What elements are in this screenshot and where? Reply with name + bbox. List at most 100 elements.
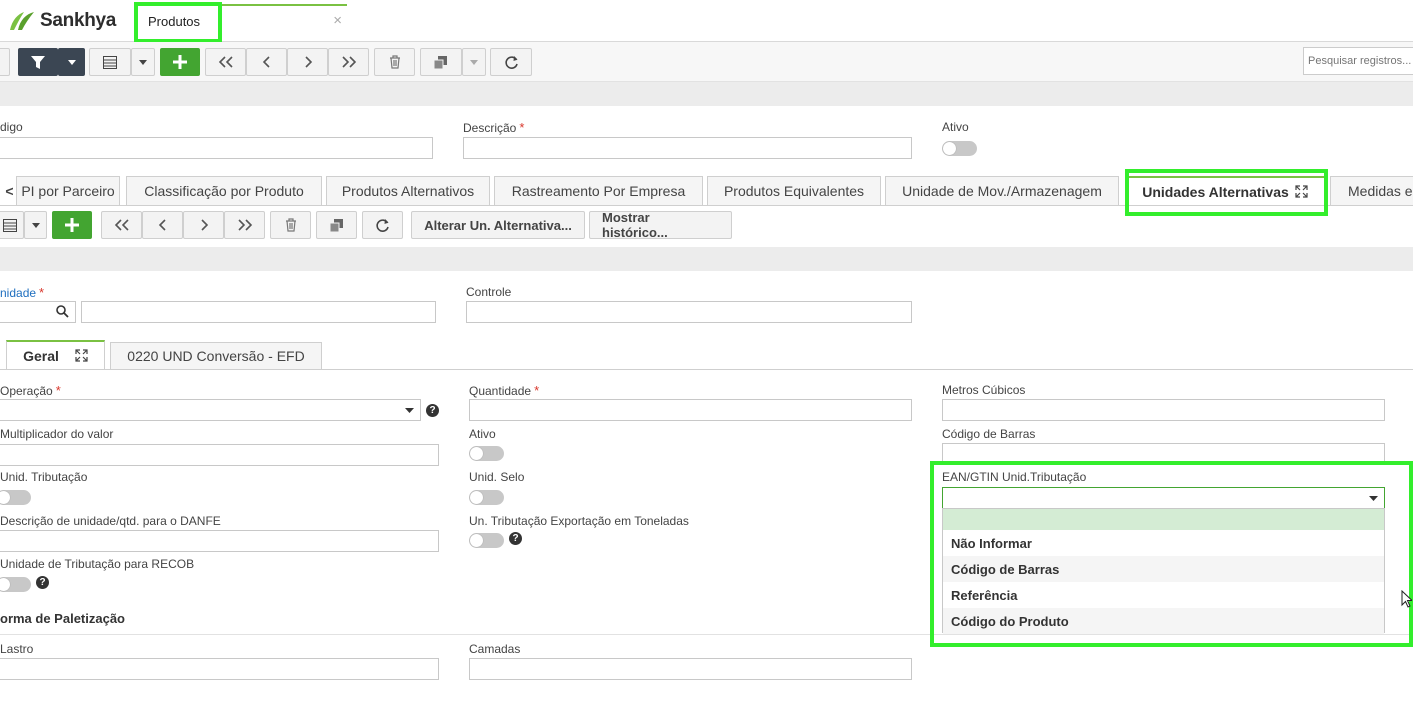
sub-last-button[interactable]	[224, 211, 265, 239]
filter-button[interactable]	[18, 48, 58, 76]
inner-tab-geral[interactable]: Geral	[6, 340, 105, 369]
mouse-cursor-icon	[1401, 590, 1412, 608]
controle-input[interactable]	[466, 301, 912, 323]
mostrar-historico-button[interactable]: Mostrar histórico...	[589, 210, 732, 240]
codigo-barras-label: Código de Barras	[942, 427, 1036, 441]
codigo-barras-input[interactable]	[942, 443, 1385, 465]
sub-add-button[interactable]	[52, 211, 92, 239]
metros-cubicos-input[interactable]	[942, 399, 1385, 421]
sub-delete-button[interactable]	[270, 211, 311, 239]
tab-label: Geral	[23, 347, 59, 364]
copy-icon	[329, 218, 344, 232]
expand-icon[interactable]	[1295, 185, 1308, 198]
dropdown-option[interactable]: Código do Produto	[943, 608, 1384, 634]
ativo-geral-toggle[interactable]	[469, 446, 504, 461]
add-record-button[interactable]	[160, 48, 200, 76]
tab-produtos-equivalentes[interactable]: Produtos Equivalentes	[707, 176, 881, 205]
help-icon[interactable]: ?	[36, 576, 49, 589]
sub-grid-view-dropdown[interactable]	[24, 211, 47, 239]
tab-classificacao-por-produto[interactable]: Classificação por Produto	[126, 176, 322, 205]
caret-down-icon	[31, 222, 40, 228]
sub-next-button[interactable]	[183, 211, 224, 239]
descricao-danfe-input[interactable]	[0, 530, 439, 552]
inner-tab-0220-und-conversao[interactable]: 0220 UND Conversão - EFD	[110, 342, 322, 369]
lastro-input[interactable]	[0, 658, 439, 680]
plus-icon	[65, 218, 79, 232]
dropdown-option[interactable]: Referência	[943, 582, 1384, 608]
camadas-label: Camadas	[469, 642, 521, 656]
unidade-description-input[interactable]	[81, 301, 436, 323]
dropdown-option[interactable]: Não Informar	[943, 530, 1384, 556]
sub-grid-view-button[interactable]	[0, 211, 24, 239]
sub-copy-button[interactable]	[316, 211, 357, 239]
filter-dropdown-button[interactable]	[58, 48, 85, 76]
dropdown-option-empty[interactable]	[943, 509, 1384, 530]
help-icon[interactable]: ?	[509, 532, 522, 545]
help-icon[interactable]: ?	[426, 404, 439, 417]
alterar-un-alternativa-button[interactable]: Alterar Un. Alternativa...	[411, 211, 585, 239]
un-trib-export-toggle[interactable]	[469, 533, 504, 548]
caret-down-icon	[67, 59, 76, 65]
tab-unidade-mov-armazenagem[interactable]: Unidade de Mov./Armazenagem	[885, 176, 1119, 205]
caret-down-icon	[139, 59, 147, 65]
multiplicador-input[interactable]	[0, 444, 439, 466]
quantidade-input[interactable]	[469, 399, 912, 421]
toolbar-cut-button[interactable]	[0, 48, 10, 76]
double-chevron-right-icon	[237, 219, 253, 231]
ean-gtin-select[interactable]	[942, 487, 1385, 509]
app-tab-label: Produtos	[148, 14, 201, 29]
previous-record-button[interactable]	[246, 48, 287, 76]
grid-icon	[103, 55, 117, 69]
close-icon[interactable]: ×	[333, 12, 342, 29]
unid-selo-toggle[interactable]	[469, 490, 504, 505]
sankhya-logo[interactable]: Sankhya	[8, 8, 116, 34]
tab-pi-por-parceiro[interactable]: PI por Parceiro	[16, 176, 120, 205]
section-divider	[0, 634, 1413, 635]
tab-medidas[interactable]: Medidas e	[1330, 176, 1413, 205]
chevron-left-icon	[262, 56, 272, 68]
operacao-label: Operação *	[0, 383, 61, 398]
app-tab-produtos[interactable]: Produtos ×	[137, 4, 347, 38]
ativo-geral-label: Ativo	[469, 427, 496, 441]
last-record-button[interactable]	[328, 48, 369, 76]
unidade-label: nidade *	[0, 285, 45, 300]
first-record-button[interactable]	[205, 48, 246, 76]
tab-produtos-alternativos[interactable]: Produtos Alternativos	[326, 176, 490, 205]
sub-refresh-button[interactable]	[362, 211, 403, 239]
descricao-input[interactable]	[463, 137, 912, 159]
expand-icon[interactable]	[75, 349, 88, 362]
copy-dropdown[interactable]	[462, 48, 486, 76]
dropdown-option[interactable]: Código de Barras	[943, 556, 1384, 582]
copy-button[interactable]	[420, 48, 462, 76]
grid-icon	[3, 218, 17, 232]
tab-rastreamento-por-empresa[interactable]: Rastreamento Por Empresa	[494, 176, 703, 205]
unidade-recob-toggle[interactable]	[0, 577, 31, 592]
tab-unidades-alternativas[interactable]: Unidades Alternativas	[1125, 176, 1325, 205]
copy-icon	[434, 55, 448, 69]
double-chevron-left-icon	[114, 219, 130, 231]
delete-button[interactable]	[374, 48, 415, 76]
unid-selo-label: Unid. Selo	[469, 470, 525, 484]
operacao-select[interactable]	[0, 399, 421, 421]
next-record-button[interactable]	[287, 48, 328, 76]
codigo-input[interactable]	[0, 137, 433, 159]
unid-tributacao-toggle[interactable]	[0, 490, 31, 505]
sankhya-leaf-icon	[8, 10, 36, 32]
descricao-danfe-label: Descrição de unidade/qtd. para o DANFE	[0, 514, 221, 528]
grid-view-button[interactable]	[89, 48, 131, 76]
search-input[interactable]	[1303, 47, 1413, 75]
grid-view-dropdown[interactable]	[131, 48, 155, 76]
plus-icon	[173, 55, 187, 69]
unidade-code-input[interactable]	[0, 301, 76, 323]
camadas-input[interactable]	[469, 658, 912, 680]
unidade-recob-label: Unidade de Tributação para RECOB	[0, 557, 195, 571]
refresh-button[interactable]	[490, 48, 532, 76]
ativo-toggle[interactable]	[942, 141, 977, 156]
sub-previous-button[interactable]	[142, 211, 183, 239]
tab-label: Unidades Alternativas	[1142, 183, 1289, 200]
refresh-icon	[504, 55, 519, 70]
search-icon[interactable]	[56, 305, 69, 318]
chevron-right-icon	[303, 56, 313, 68]
chevron-left-icon	[158, 219, 168, 231]
sub-first-button[interactable]	[101, 211, 142, 239]
